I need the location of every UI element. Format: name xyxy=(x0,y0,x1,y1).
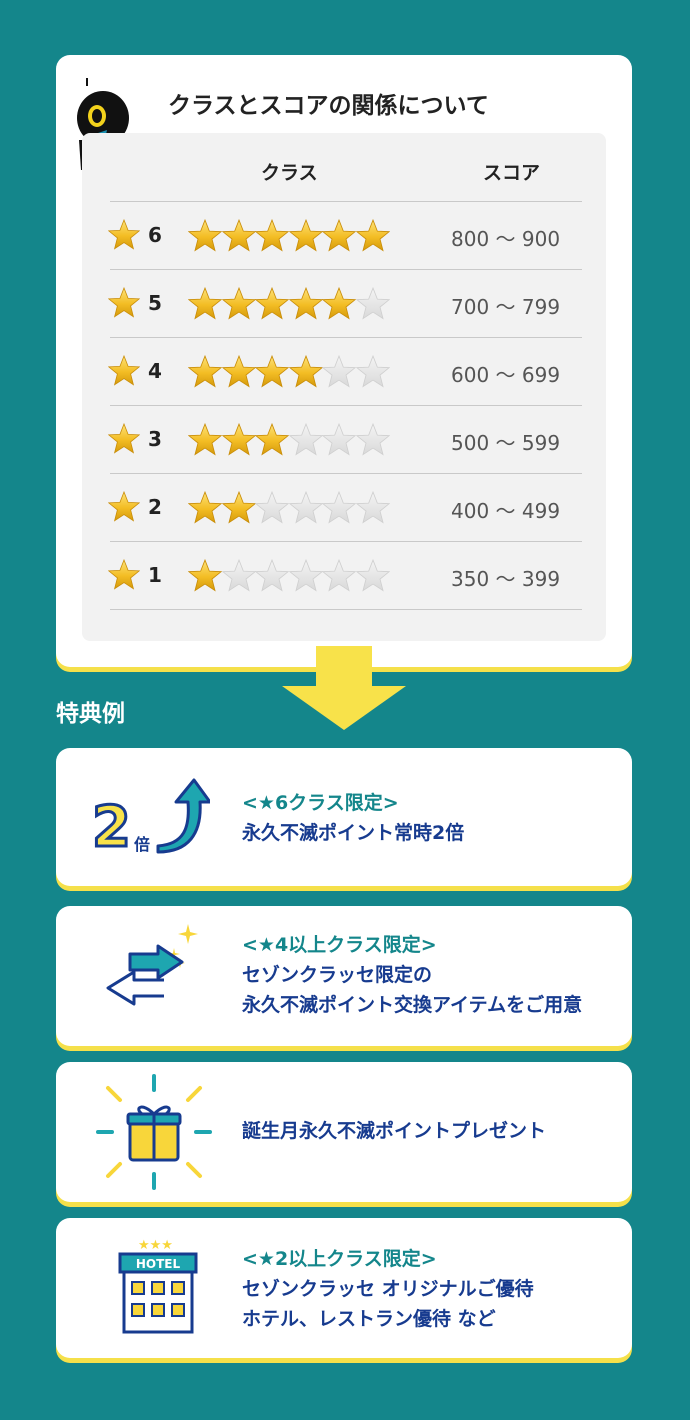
benefit-3-text: 誕生月永久不滅ポイントプレゼント xyxy=(242,1116,546,1146)
class-star-rating xyxy=(188,559,390,597)
filled-star-icon xyxy=(288,287,323,320)
score-range: 500 〜 599 xyxy=(451,431,561,455)
benefit-4-line-1: セゾンクラッセ オリジナルご優待 xyxy=(242,1278,534,1300)
benefit-1-tag: <★6クラス限定> xyxy=(242,792,399,814)
class-number: 4 xyxy=(148,359,162,383)
class-number: 1 xyxy=(148,563,162,587)
benefit-4-tag: <★2以上クラス限定> xyxy=(242,1248,437,1270)
class-score-title: クラスとスコアの関係について xyxy=(168,93,489,119)
benefit-2-line-2: 永久不滅ポイント交換アイテムをご用意 xyxy=(242,994,583,1016)
star-icon xyxy=(108,219,140,250)
filled-star-icon xyxy=(255,287,289,320)
row-divider xyxy=(110,609,582,610)
empty-star-icon xyxy=(355,559,390,592)
column-header-class: クラス xyxy=(261,162,318,184)
score-range: 350 〜 399 xyxy=(451,567,561,591)
class-star-icon xyxy=(108,355,140,391)
empty-star-icon xyxy=(288,559,323,592)
double-unit: 倍 xyxy=(134,835,150,854)
row-divider xyxy=(110,269,582,270)
score-range: 800 〜 900 xyxy=(451,227,561,251)
empty-star-icon xyxy=(255,491,289,524)
filled-star-icon xyxy=(255,355,289,388)
benefit-1-text: <★6クラス限定> 永久不滅ポイント常時2倍 xyxy=(242,788,464,848)
row-divider xyxy=(110,405,582,406)
hotel-icon: ★★★ HOTEL xyxy=(116,1236,200,1340)
row-divider xyxy=(110,201,582,202)
star-icon xyxy=(108,423,140,454)
class-star-rating xyxy=(188,219,390,257)
filled-star-icon xyxy=(255,219,289,252)
row-divider xyxy=(110,337,582,338)
empty-star-icon xyxy=(355,287,390,320)
class-star-rating xyxy=(188,355,390,393)
class-star-rating xyxy=(188,491,390,529)
arrow-down-icon xyxy=(282,646,406,730)
star-icon xyxy=(108,287,140,318)
empty-star-icon xyxy=(355,423,390,456)
hotel-sign-text: HOTEL xyxy=(136,1257,181,1271)
empty-star-icon xyxy=(322,491,356,524)
filled-star-icon xyxy=(322,219,356,252)
score-range: 400 〜 499 xyxy=(451,499,561,523)
class-star-rating xyxy=(188,423,390,461)
svg-text:★★★: ★★★ xyxy=(138,1238,173,1253)
row-divider xyxy=(110,541,582,542)
star-icon xyxy=(108,559,140,590)
filled-star-icon xyxy=(188,559,222,592)
filled-star-icon xyxy=(221,219,256,252)
benefit-1-line-1: 永久不滅ポイント常時2倍 xyxy=(242,822,465,844)
empty-star-icon xyxy=(288,423,323,456)
empty-star-icon xyxy=(355,355,390,388)
filled-star-icon xyxy=(221,491,256,524)
star-icon xyxy=(108,355,140,386)
class-star-icon xyxy=(108,287,140,323)
class-star-icon xyxy=(108,423,140,459)
empty-star-icon xyxy=(288,491,323,524)
filled-star-icon xyxy=(288,355,323,388)
empty-star-icon xyxy=(322,423,356,456)
filled-star-icon xyxy=(188,491,222,524)
column-header-score: スコア xyxy=(483,162,541,184)
filled-star-icon xyxy=(188,423,222,456)
empty-star-icon xyxy=(322,355,356,388)
class-number: 2 xyxy=(148,495,162,519)
double-number: 2 xyxy=(92,795,131,856)
benefit-2-line-1: セゾンクラッセ限定の xyxy=(242,964,433,986)
score-range: 600 〜 699 xyxy=(451,363,561,387)
score-range: 700 〜 799 xyxy=(451,295,561,319)
benefit-3-line-1: 誕生月永久不滅ポイントプレゼント xyxy=(242,1120,547,1142)
filled-star-icon xyxy=(221,423,256,456)
filled-star-icon xyxy=(188,355,222,388)
empty-star-icon xyxy=(221,559,256,592)
class-star-rating xyxy=(188,287,390,325)
filled-star-icon xyxy=(221,355,256,388)
class-number: 3 xyxy=(148,427,162,451)
filled-star-icon xyxy=(322,287,356,320)
class-star-icon xyxy=(108,219,140,255)
benefit-2-text: <★4以上クラス限定> セゾンクラッセ限定の 永久不滅ポイント交換アイテムをご用… xyxy=(242,930,582,1020)
filled-star-icon xyxy=(288,219,323,252)
benefit-4-text: <★2以上クラス限定> セゾンクラッセ オリジナルご優待 ホテル、レストラン優待… xyxy=(242,1244,534,1334)
class-star-icon xyxy=(108,559,140,595)
filled-star-icon xyxy=(221,287,256,320)
benefit-4-line-2: ホテル、レストラン優待 など xyxy=(242,1308,496,1330)
empty-star-icon xyxy=(322,559,356,592)
benefit-2-tag: <★4以上クラス限定> xyxy=(242,934,437,956)
star-icon xyxy=(108,491,140,522)
exchange-arrows-icon xyxy=(100,922,212,1016)
empty-star-icon xyxy=(355,491,390,524)
double-points-up-arrow-icon: 2 倍 xyxy=(90,776,212,862)
filled-star-icon xyxy=(255,423,289,456)
benefits-section-title: 特典例 xyxy=(56,701,125,727)
gift-box-icon xyxy=(96,1074,212,1194)
empty-star-icon xyxy=(255,559,289,592)
filled-star-icon xyxy=(188,219,222,252)
filled-star-icon xyxy=(355,219,390,252)
row-divider xyxy=(110,473,582,474)
class-number: 6 xyxy=(148,223,162,247)
filled-star-icon xyxy=(188,287,222,320)
class-star-icon xyxy=(108,491,140,527)
class-number: 5 xyxy=(148,291,162,315)
